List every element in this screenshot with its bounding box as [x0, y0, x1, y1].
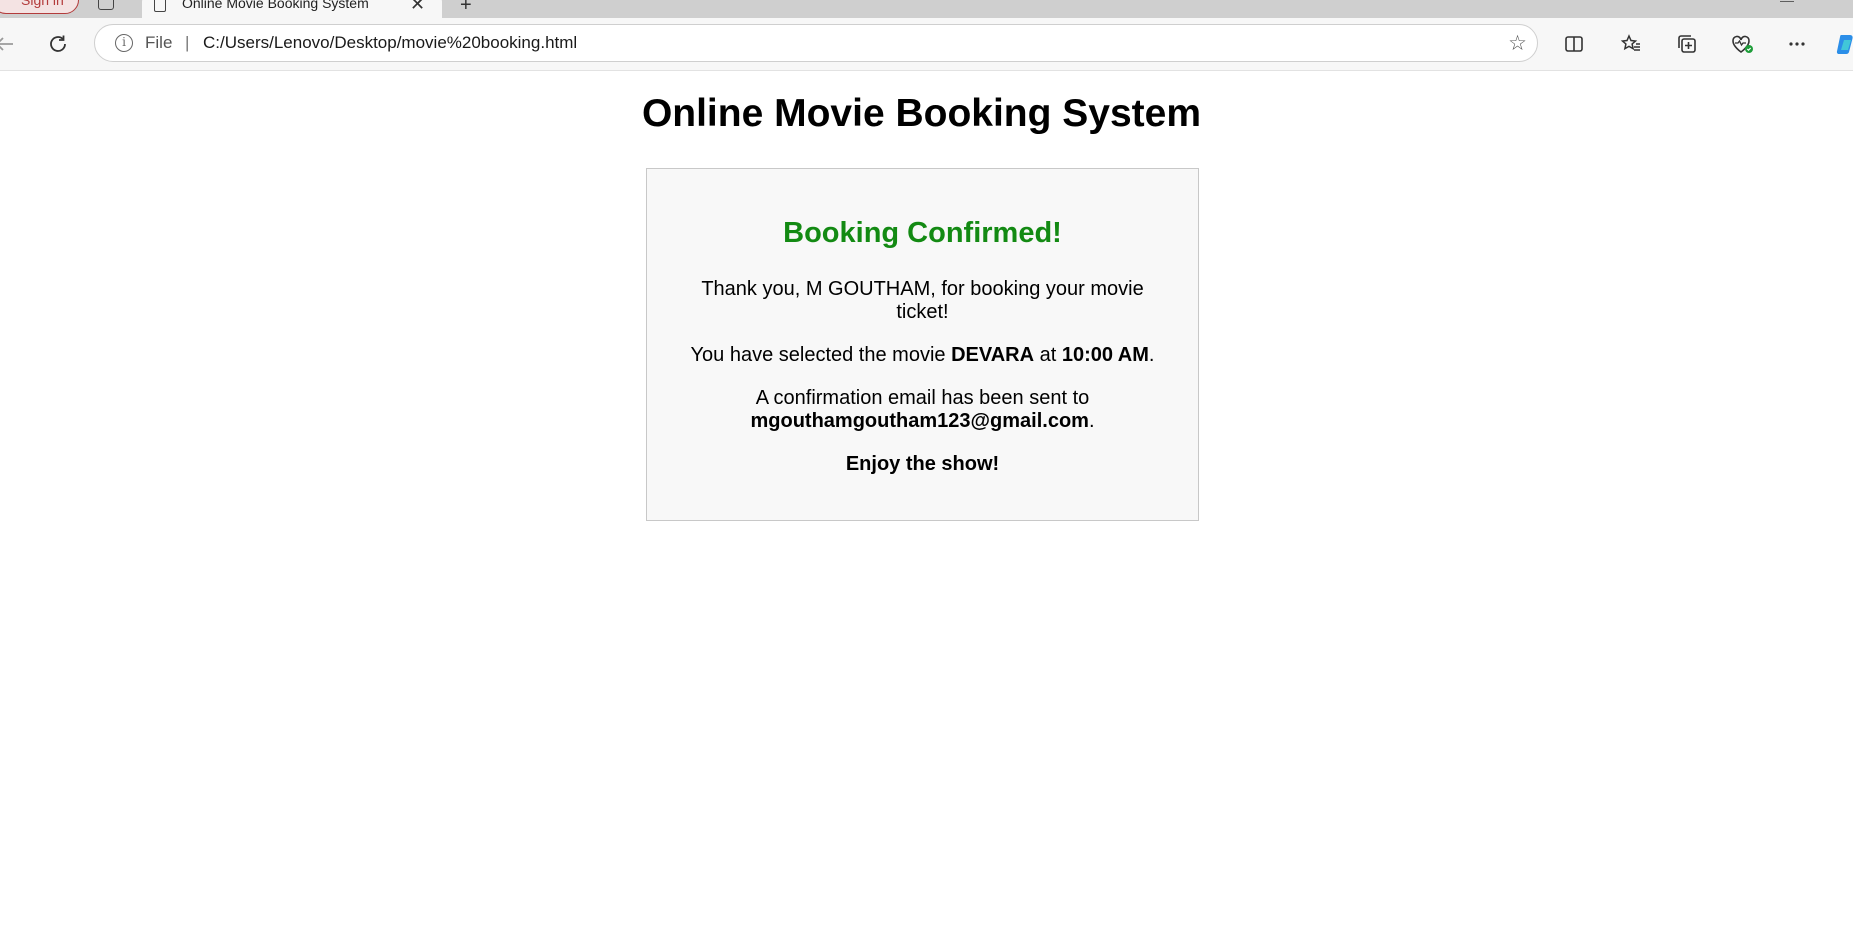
thank-you-message: Thank you, M GOUTHAM, for booking your m… — [701, 278, 1144, 323]
tab-active[interactable]: Online Movie Booking System ✕ — [142, 0, 442, 18]
selected-movie-line: You have selected the movie DEVARA at 10… — [677, 344, 1168, 367]
signin-button[interactable]: Sign in — [0, 0, 79, 14]
closing-message: Enjoy the show! — [845, 453, 1000, 475]
email-address: mgouthamgoutham123@gmail.com — [750, 410, 1089, 432]
close-icon[interactable]: ✕ — [410, 0, 425, 15]
refresh-icon[interactable] — [44, 30, 72, 58]
address-scheme: File — [145, 33, 173, 52]
address-bar[interactable]: i File | C:/Users/Lenovo/Desktop/movie%2… — [94, 24, 1538, 62]
address-separator: | — [185, 33, 190, 52]
split-screen-icon[interactable] — [1560, 30, 1588, 58]
browser-toolbar: i File | C:/Users/Lenovo/Desktop/movie%2… — [0, 18, 1853, 71]
show-time: 10:00 AM — [1061, 344, 1149, 366]
info-icon[interactable]: i — [115, 34, 133, 52]
favorites-icon[interactable] — [1617, 30, 1645, 58]
confirmation-card: Booking Confirmed! Thank you, M GOUTHAM,… — [646, 168, 1199, 521]
address-url[interactable]: C:/Users/Lenovo/Desktop/movie%20booking.… — [203, 33, 577, 53]
email-line: A confirmation email has been sent to mg… — [677, 387, 1168, 433]
back-icon[interactable] — [0, 30, 18, 58]
selected-suffix: . — [1148, 344, 1155, 366]
movie-name: DEVARA — [951, 344, 1035, 366]
new-tab-icon[interactable]: + — [460, 0, 472, 17]
star-icon[interactable]: ☆ — [1508, 31, 1527, 56]
tab-actions-icon[interactable] — [98, 0, 114, 10]
confirmation-heading: Booking Confirmed! — [783, 217, 1062, 249]
page-title: Online Movie Booking System — [641, 92, 1202, 135]
tab-strip: Sign in Online Movie Booking System ✕ + … — [0, 0, 1853, 18]
browser-essentials-icon[interactable] — [1728, 30, 1756, 58]
collections-icon[interactable] — [1673, 30, 1701, 58]
email-suffix: . — [1088, 410, 1095, 432]
email-prefix: A confirmation email has been sent to — [755, 387, 1090, 409]
at-text: at — [1034, 344, 1062, 366]
tab-title: Online Movie Booking System — [182, 0, 369, 11]
signin-label: Sign in — [21, 0, 64, 8]
more-icon[interactable] — [1783, 30, 1811, 58]
minimize-icon[interactable]: — — [1780, 0, 1794, 8]
page-icon — [154, 0, 166, 12]
selected-prefix: You have selected the movie — [690, 344, 952, 366]
copilot-icon[interactable] — [1832, 30, 1853, 58]
